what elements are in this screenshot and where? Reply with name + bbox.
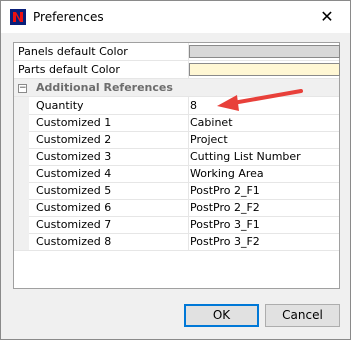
ok-button[interactable]: OK: [184, 304, 259, 327]
property-row[interactable]: Customized 3 Cutting List Number: [14, 148, 339, 166]
property-label: Customized 5: [36, 184, 112, 197]
property-row[interactable]: Customized 7 PostPro 3_F1: [14, 216, 339, 234]
property-row[interactable]: Customized 4 Working Area: [14, 165, 339, 183]
property-row-panels-color[interactable]: Panels default Color: [14, 43, 340, 61]
window-title: Preferences: [33, 10, 104, 24]
property-grid: Panels default Color Parts default Color…: [13, 42, 340, 289]
property-label: Customized 8: [36, 235, 112, 248]
property-label: Customized 6: [36, 201, 112, 214]
panels-color-swatch[interactable]: [189, 45, 340, 58]
property-value-text: PostPro 2_F2: [190, 201, 260, 214]
row-gutter: [14, 216, 29, 233]
property-value-text: PostPro 3_F2: [190, 235, 260, 248]
property-label: Customized 2: [36, 133, 112, 146]
property-value[interactable]: PostPro 3_F2: [188, 233, 340, 250]
property-label: Quantity: [36, 99, 84, 112]
property-value-text: 8: [190, 99, 197, 112]
cancel-button[interactable]: Cancel: [265, 304, 340, 327]
property-value[interactable]: Cutting List Number: [188, 148, 340, 165]
row-gutter: [14, 165, 29, 182]
row-gutter: [14, 114, 29, 131]
row-gutter: [14, 131, 29, 148]
parts-color-swatch[interactable]: [189, 63, 340, 76]
app-logo-icon: [10, 9, 26, 25]
property-label: Customized 1: [36, 116, 112, 129]
annotation-arrow-icon: [217, 89, 303, 111]
property-row[interactable]: Customized 8 PostPro 3_F2: [14, 233, 339, 251]
property-value[interactable]: PostPro 2_F2: [188, 199, 340, 216]
property-value[interactable]: [188, 43, 340, 60]
property-label: Panels default Color: [18, 45, 128, 58]
property-value[interactable]: Project: [188, 131, 340, 148]
property-row-parts-color[interactable]: Parts default Color: [14, 61, 340, 79]
property-value[interactable]: Working Area: [188, 165, 340, 182]
property-row[interactable]: Customized 5 PostPro 2_F1: [14, 182, 339, 200]
row-gutter: [14, 233, 29, 250]
property-value-text: PostPro 3_F1: [190, 218, 260, 231]
property-row[interactable]: Customized 6 PostPro 2_F2: [14, 199, 339, 217]
property-label: Customized 7: [36, 218, 112, 231]
collapse-icon[interactable]: −: [18, 84, 27, 93]
property-value[interactable]: [188, 61, 340, 78]
category-label: Additional References: [36, 81, 173, 94]
property-value[interactable]: PostPro 3_F1: [188, 216, 340, 233]
title-bar: Preferences ✕: [1, 1, 350, 33]
property-label: Customized 4: [36, 167, 112, 180]
property-value-text: Cutting List Number: [190, 150, 301, 163]
row-gutter: [14, 148, 29, 165]
property-value[interactable]: PostPro 2_F1: [188, 182, 340, 199]
property-label: Parts default Color: [18, 63, 120, 76]
property-value-text: Working Area: [190, 167, 264, 180]
close-button[interactable]: ✕: [304, 1, 350, 33]
property-value-text: PostPro 2_F1: [190, 184, 260, 197]
row-gutter: [14, 199, 29, 216]
property-row[interactable]: Customized 2 Project: [14, 131, 339, 149]
property-label: Customized 3: [36, 150, 112, 163]
row-gutter: [14, 97, 29, 114]
property-value-text: Project: [190, 133, 228, 146]
preferences-dialog: Preferences ✕ Panels default Color Parts…: [0, 0, 351, 340]
row-gutter: [14, 182, 29, 199]
